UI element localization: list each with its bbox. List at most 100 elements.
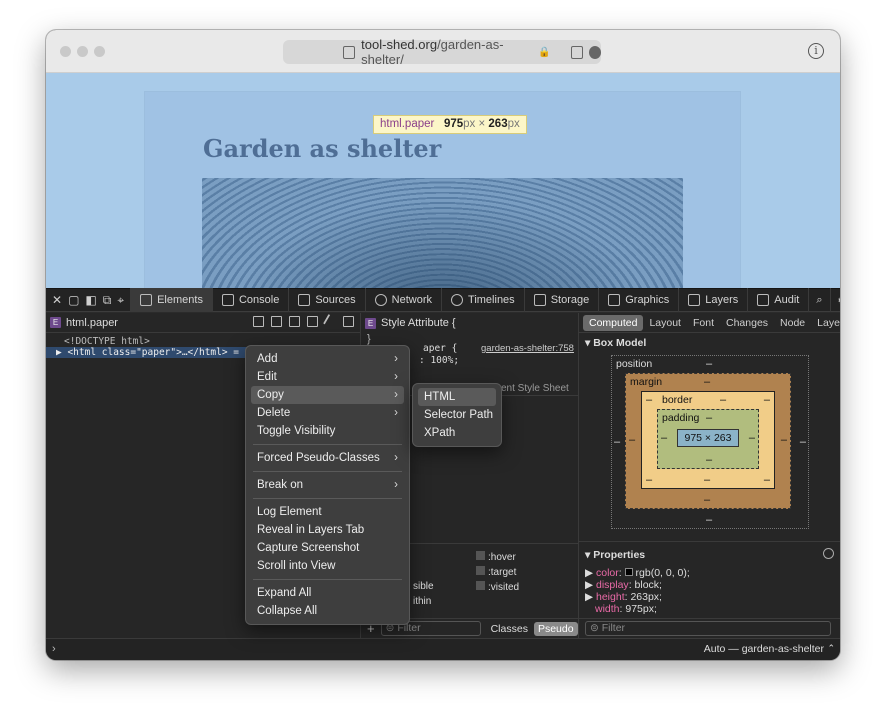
- print-icon[interactable]: [271, 316, 282, 327]
- zoom-window-button[interactable]: [94, 46, 105, 57]
- menu-item-copy[interactable]: Copy ›: [251, 386, 404, 404]
- filter-properties-icon[interactable]: [823, 548, 834, 559]
- menu-item-break-on[interactable]: Break on ›: [251, 476, 404, 494]
- property-row[interactable]: ▶ height: 263px;: [585, 591, 690, 603]
- context-menu: Add › Edit › Copy › Delete › Toggle Visibili…: [245, 345, 410, 625]
- execution-context-select[interactable]: Auto — garden-as-shelter: [704, 643, 824, 655]
- tab-sidebar-layers[interactable]: Layers: [811, 315, 840, 331]
- console-prompt-bar[interactable]: › Auto — garden-as-shelter ⌃: [46, 638, 840, 660]
- lock-icon: 🔒: [538, 46, 551, 58]
- tooltip-width: 975: [443, 118, 464, 130]
- menu-separator: [253, 471, 402, 472]
- tab-graphics[interactable]: Graphics: [598, 288, 678, 312]
- computed-filter-row: ⊜ Filter: [579, 618, 840, 638]
- menu-item-expand-all[interactable]: Expand All: [251, 584, 404, 602]
- box-model-header[interactable]: ▾ Box Model: [579, 333, 840, 353]
- search-devtools-button[interactable]: ⌕: [808, 288, 829, 312]
- style-attribute-badge-icon: E: [365, 317, 376, 329]
- tab-audit[interactable]: Audit: [747, 288, 808, 312]
- dock-bottom-icon[interactable]: ▢: [68, 292, 79, 308]
- grid-icon[interactable]: [307, 316, 318, 327]
- menu-item-toggle-visibility[interactable]: Toggle Visibility: [251, 422, 404, 440]
- audit-icon: [757, 294, 770, 306]
- chevron-right-icon: ›: [394, 353, 398, 365]
- graphics-icon: [608, 294, 621, 306]
- tab-changes[interactable]: Changes: [720, 315, 774, 331]
- tab-timelines[interactable]: Timelines: [441, 288, 524, 312]
- tab-console[interactable]: Console: [211, 288, 288, 312]
- tab-computed[interactable]: Computed: [583, 314, 644, 331]
- undock-icon[interactable]: ⧉: [103, 292, 112, 308]
- pseudo-visited[interactable]: :visited: [476, 581, 519, 593]
- menu-item-delete[interactable]: Delete ›: [251, 404, 404, 422]
- url-domain: tool-shed.org: [361, 37, 438, 52]
- chevron-right-icon: ›: [394, 389, 398, 401]
- context-chevron-icon: ⌃: [827, 643, 835, 653]
- menu-separator: [253, 444, 402, 445]
- pseudo-focus-within[interactable]: ithin: [413, 596, 431, 607]
- sidebar-tabs: Computed Layout Font Changes Node Layers: [579, 313, 840, 333]
- info-icon[interactable]: i: [808, 43, 824, 59]
- tab-sources[interactable]: Sources: [288, 288, 364, 312]
- menu-item-forced-pseudo-classes[interactable]: Forced Pseudo-Classes ›: [251, 449, 404, 467]
- extension-icon[interactable]: [588, 45, 601, 59]
- copy-submenu: HTML Selector Path XPath: [412, 383, 502, 447]
- dark-mode-icon[interactable]: [289, 316, 300, 327]
- color-swatch[interactable]: [624, 568, 633, 576]
- pseudo-target[interactable]: :target: [476, 566, 516, 578]
- classes-toggle[interactable]: Classes: [491, 623, 528, 635]
- content-size: 975 × 263: [684, 432, 732, 444]
- edit-icon[interactable]: [322, 313, 339, 330]
- tooltip-height: 263: [488, 118, 508, 130]
- tab-node[interactable]: Node: [774, 315, 811, 331]
- menu-item-add[interactable]: Add ›: [251, 350, 404, 368]
- tab-layout[interactable]: Layout: [643, 315, 687, 331]
- tooltip-selector: html.paper: [380, 118, 435, 130]
- tab-layers[interactable]: Layers: [678, 288, 747, 312]
- menu-item-reveal-layers[interactable]: Reveal in Layers Tab: [251, 521, 404, 539]
- chevron-right-icon: ›: [394, 452, 398, 464]
- disclosure-icon: ▾: [585, 337, 594, 349]
- layers-icon: [688, 294, 701, 306]
- element-picker-icon[interactable]: ⌖: [117, 292, 124, 308]
- elements-icon: [140, 294, 153, 306]
- style-attribute-label[interactable]: Style Attribute {: [381, 317, 456, 329]
- property-row[interactable]: ▶ color: rgb(0, 0, 0);: [585, 567, 690, 579]
- minimize-window-button[interactable]: [77, 46, 88, 57]
- address-bar[interactable]: tool-shed.org/garden-as-shelter/ 🔒: [283, 37, 601, 67]
- tab-elements[interactable]: Elements: [130, 288, 212, 312]
- rule-declaration[interactable]: : 100%;: [419, 355, 459, 366]
- menu-item-collapse-all[interactable]: Collapse All: [251, 602, 404, 620]
- page-title: Garden as shelter: [203, 134, 442, 163]
- layout-overlay-icon[interactable]: [253, 316, 264, 327]
- submenu-item-html[interactable]: HTML: [418, 388, 496, 406]
- menu-item-edit[interactable]: Edit ›: [251, 368, 404, 386]
- tab-storage[interactable]: Storage: [523, 288, 599, 312]
- menu-item-capture-screenshot[interactable]: Capture Screenshot: [251, 539, 404, 557]
- sidebar-toggle-icon[interactable]: [343, 316, 354, 327]
- elements-header: E html.paper: [46, 313, 360, 333]
- pseudo-toggle[interactable]: Pseudo: [533, 621, 578, 636]
- bm-content: 975 × 263: [677, 429, 739, 447]
- dock-side-icon[interactable]: ◧: [85, 292, 96, 308]
- pseudo-focus-visible[interactable]: sible: [413, 581, 434, 592]
- pseudo-hover[interactable]: :hover: [476, 551, 516, 563]
- tab-network[interactable]: Network: [364, 288, 441, 312]
- computed-filter-input[interactable]: ⊜ Filter: [585, 621, 831, 636]
- settings-gear-icon[interactable]: ⚙: [829, 288, 840, 312]
- close-window-button[interactable]: [60, 46, 71, 57]
- submenu-item-selector-path[interactable]: Selector Path: [418, 406, 496, 424]
- menu-item-log-element[interactable]: Log Element: [251, 503, 404, 521]
- reader-icon[interactable]: [570, 45, 583, 59]
- submenu-item-xpath[interactable]: XPath: [418, 424, 496, 442]
- menu-item-scroll-into-view[interactable]: Scroll into View: [251, 557, 404, 575]
- property-row[interactable]: ▶ display: block;: [585, 579, 690, 591]
- timelines-icon: [451, 294, 464, 306]
- rule-source-link[interactable]: garden-as-shelter:758: [481, 343, 574, 354]
- box-model: position – – – – margin – – – – border –…: [611, 355, 811, 533]
- properties-header[interactable]: ▾ Properties: [579, 545, 651, 565]
- property-row[interactable]: width: 975px;: [585, 603, 690, 615]
- close-devtools-icon[interactable]: ✕: [52, 292, 62, 308]
- rule-selector[interactable]: aper {: [423, 343, 457, 354]
- tab-font[interactable]: Font: [687, 315, 720, 331]
